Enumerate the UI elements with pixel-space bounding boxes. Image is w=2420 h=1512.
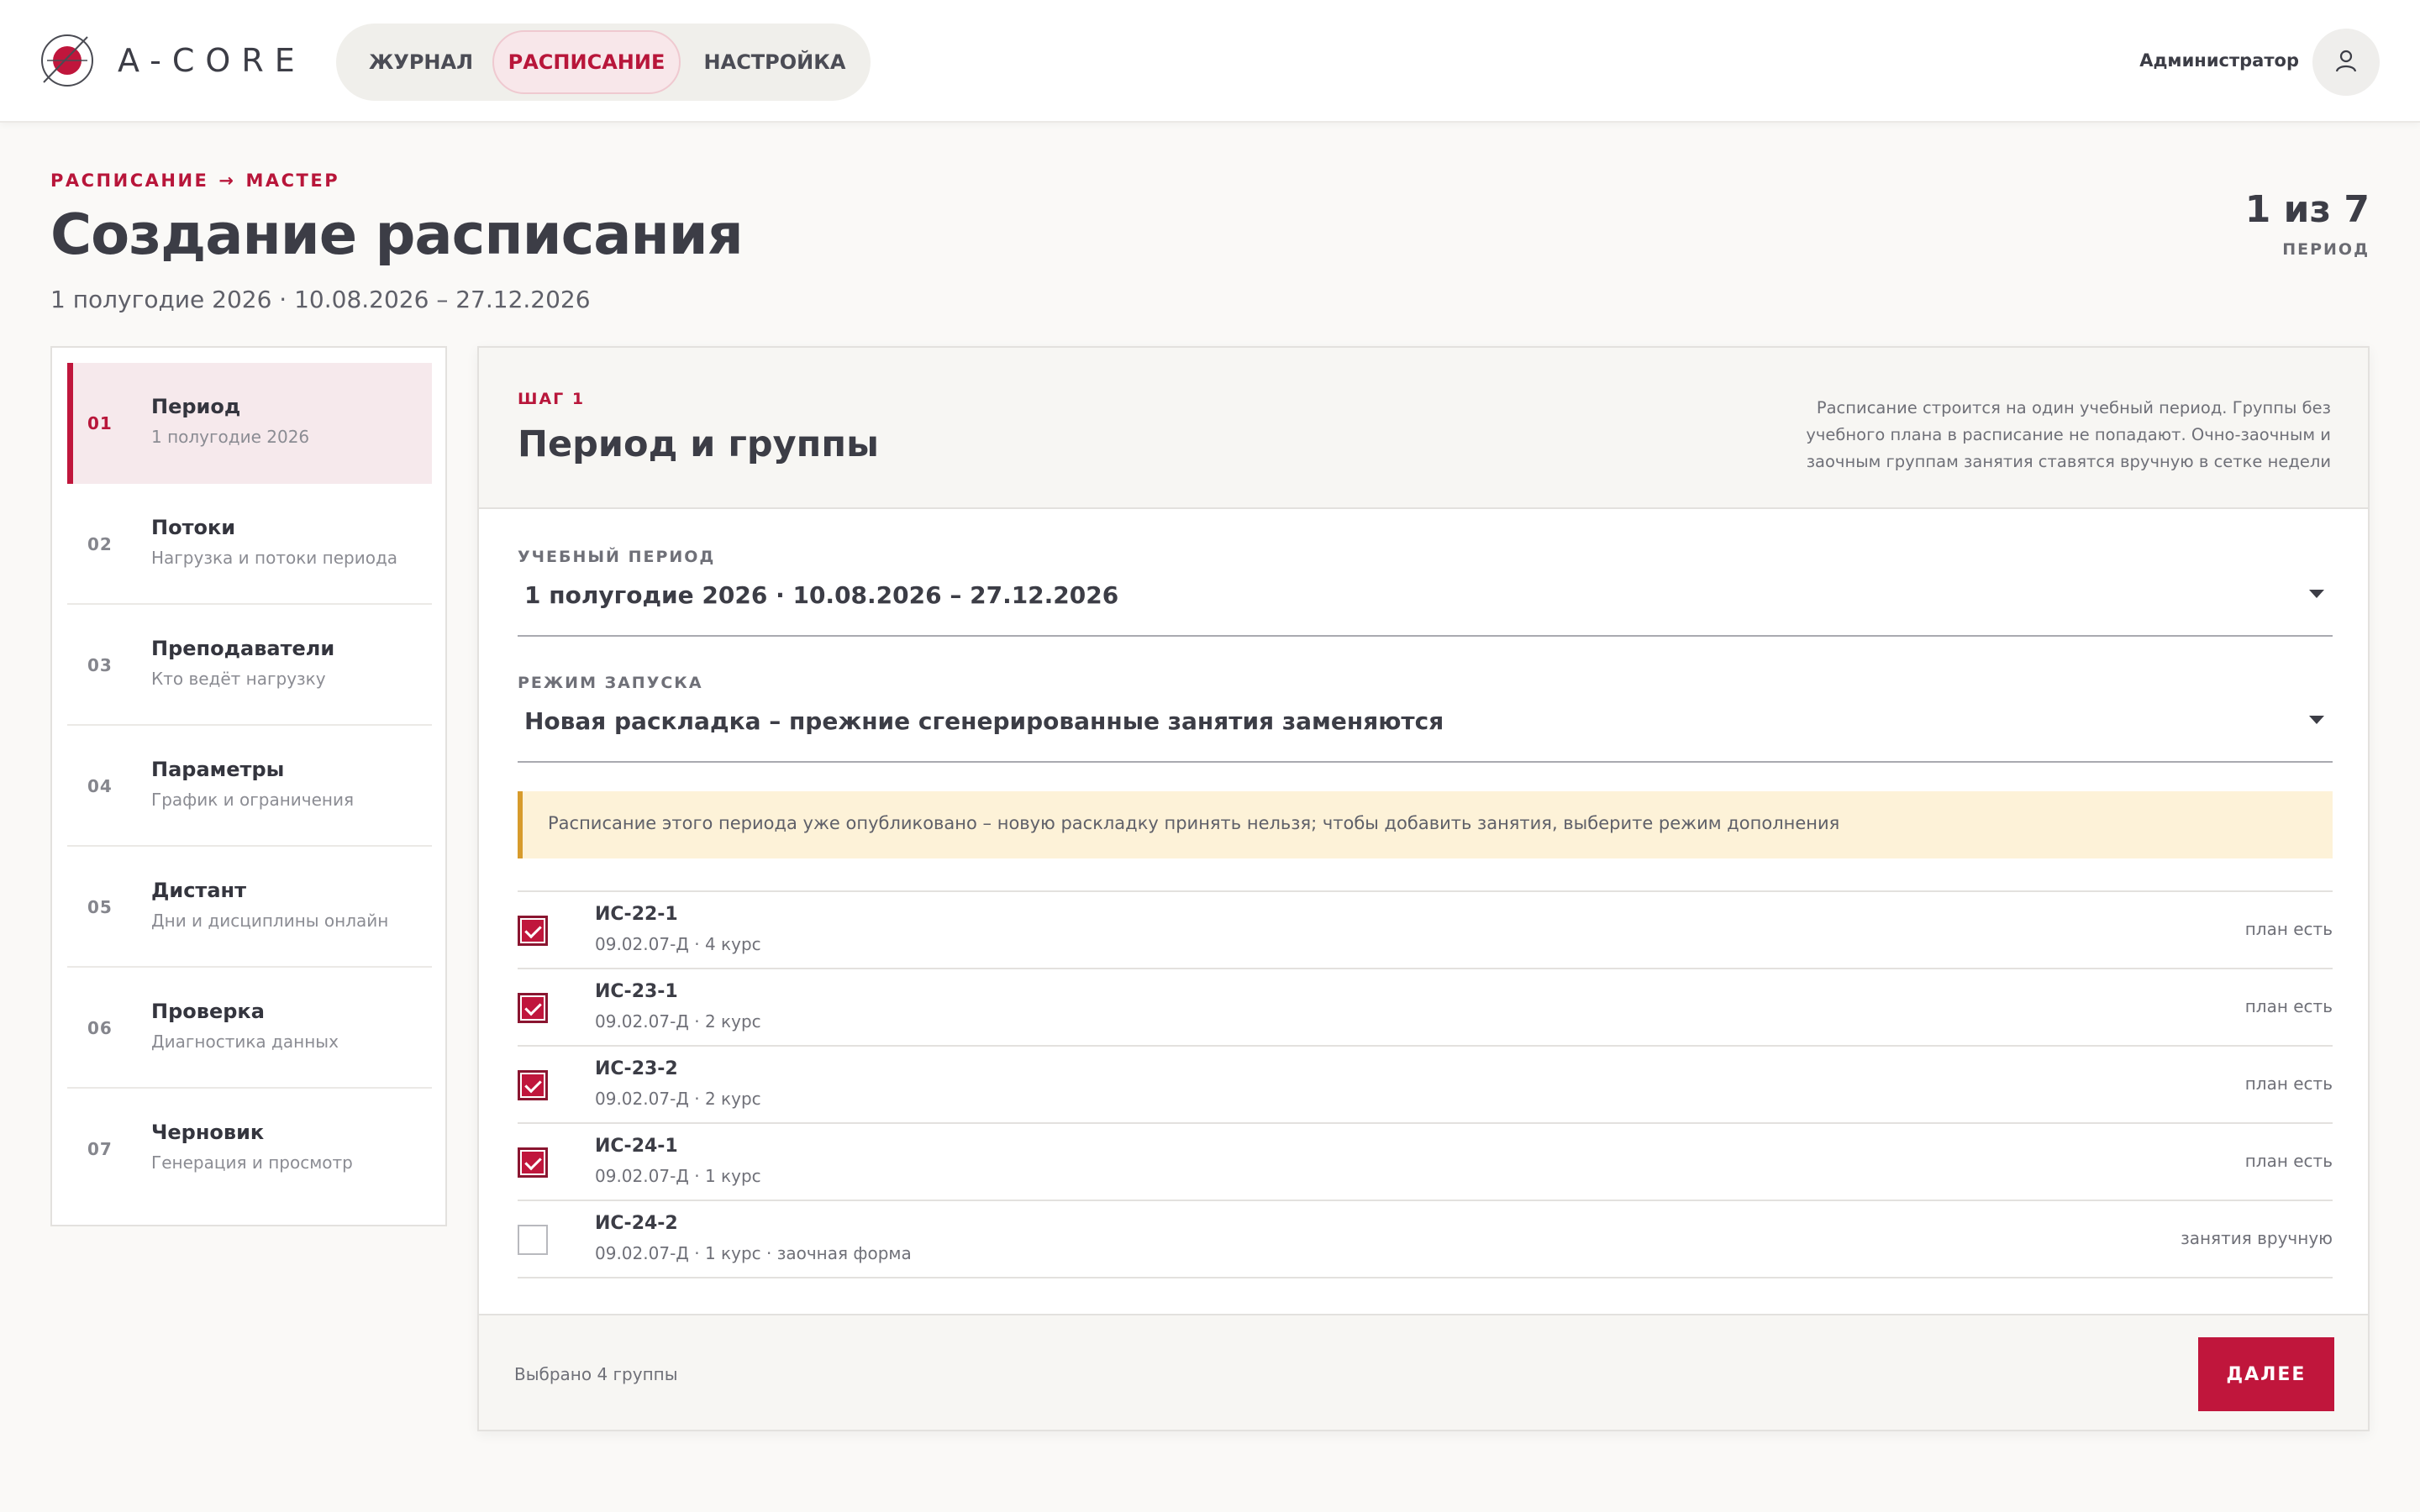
group-name: ИС-23-2: [595, 1058, 678, 1079]
group-checkbox[interactable]: [518, 1147, 548, 1178]
nav-tab-settings[interactable]: НАСТРОЙКА: [682, 30, 867, 94]
alert-text: Расписание этого периода уже опубликован…: [548, 813, 1840, 833]
step-description: Дни и дисциплины онлайн: [151, 911, 389, 931]
step-description: График и ограничения: [151, 790, 355, 810]
card-note: Расписание строится на один учебный пери…: [1806, 398, 2331, 471]
card-header: ШАГ 1 Период и группы Расписание строитс…: [479, 348, 2368, 509]
step-number: 05: [87, 897, 113, 917]
group-row[interactable]: ИС-24-1 09.02.07-Д · 1 курс план есть: [518, 1124, 2333, 1201]
group-meta: 09.02.07-Д · 4 курс: [595, 934, 761, 954]
step-counter-label: ПЕРИОД: [2282, 240, 2370, 259]
group-meta: 09.02.07-Д · 1 курс: [595, 1166, 761, 1186]
step-title: Параметры: [151, 758, 285, 781]
step-title: Потоки: [151, 516, 236, 539]
selected-count: Выбрано 4 группы: [514, 1364, 678, 1384]
step-title: Черновик: [151, 1121, 265, 1144]
group-checkbox[interactable]: [518, 916, 548, 946]
group-name: ИС-24-1: [595, 1136, 678, 1157]
step-number: 04: [87, 776, 113, 796]
group-row[interactable]: ИС-23-1 09.02.07-Д · 2 курс план есть: [518, 969, 2333, 1047]
group-row[interactable]: ИС-22-1 09.02.07-Д · 4 курс план есть: [518, 892, 2333, 969]
breadcrumb-item-schedule[interactable]: РАСПИСАНИЕ: [50, 171, 208, 191]
a-core-logo-icon[interactable]: [39, 30, 96, 91]
group-checkbox[interactable]: [518, 1225, 548, 1255]
step-description: Генерация и просмотр: [151, 1152, 353, 1173]
card-title: Период и группы: [518, 423, 879, 465]
step-number: 01: [87, 413, 113, 433]
page-title: Создание расписания: [50, 202, 744, 267]
group-name: ИС-22-1: [595, 904, 678, 925]
top-bar: A-CORE ЖУРНАЛ РАСПИСАНИЕ НАСТРОЙКА Админ…: [0, 0, 2420, 123]
groups-list: ИС-22-1 09.02.07-Д · 4 курс план есть ИС…: [518, 890, 2333, 1278]
brand-name: A-CORE: [118, 42, 306, 79]
period-field-label: УЧЕБНЫЙ ПЕРИОД: [518, 548, 716, 566]
step-item-distant[interactable]: 05 Дистант Дни и дисциплины онлайн: [67, 847, 432, 968]
group-status: план есть: [2244, 996, 2333, 1016]
group-name: ИС-23-1: [595, 981, 678, 1002]
group-status: план есть: [2244, 919, 2333, 939]
step-number: 03: [87, 655, 113, 675]
card-footer: Выбрано 4 группы ДАЛЕЕ: [479, 1314, 2368, 1430]
step-title: Проверка: [151, 1000, 265, 1023]
nav-tab-schedule[interactable]: РАСПИСАНИЕ: [492, 30, 681, 94]
step-number: 06: [87, 1018, 113, 1038]
step-item-check[interactable]: 06 Проверка Диагностика данных: [67, 968, 432, 1089]
group-row[interactable]: ИС-23-2 09.02.07-Д · 2 курс план есть: [518, 1047, 2333, 1124]
main-nav: ЖУРНАЛ РАСПИСАНИЕ НАСТРОЙКА: [336, 24, 871, 101]
group-meta: 09.02.07-Д · 1 курс · заочная форма: [595, 1243, 912, 1263]
caret-down-icon: [2309, 590, 2324, 598]
breadcrumb-item-wizard: МАСТЕР: [245, 171, 340, 191]
group-status: план есть: [2244, 1151, 2333, 1171]
group-row[interactable]: ИС-24-2 09.02.07-Д · 1 курс · заочная фо…: [518, 1201, 2333, 1278]
period-select-value: 1 полугодие 2026 · 10.08.2026 – 27.12.20…: [524, 581, 1119, 609]
avatar[interactable]: [2312, 29, 2380, 96]
step-title: Преподаватели: [151, 637, 335, 660]
step-description: Диагностика данных: [151, 1032, 339, 1052]
page-subtitle: 1 полугодие 2026 · 10.08.2026 – 27.12.20…: [50, 286, 591, 313]
step-item-teachers[interactable]: 03 Преподаватели Кто ведёт нагрузку: [67, 605, 432, 726]
step-title: Дистант: [151, 879, 247, 902]
next-button[interactable]: ДАЛЕЕ: [2198, 1337, 2334, 1411]
step-kicker: ШАГ 1: [518, 390, 586, 408]
group-status: занятия вручную: [2181, 1228, 2333, 1248]
group-meta: 09.02.07-Д · 2 курс: [595, 1089, 761, 1109]
breadcrumb-arrow-icon: →: [218, 171, 236, 191]
warning-alert: Расписание этого периода уже опубликован…: [518, 791, 2333, 858]
period-select[interactable]: 1 полугодие 2026 · 10.08.2026 – 27.12.20…: [518, 571, 2333, 637]
group-meta: 09.02.07-Д · 2 курс: [595, 1011, 761, 1032]
step-description: 1 полугодие 2026: [151, 427, 310, 447]
breadcrumb: РАСПИСАНИЕ → МАСТЕР: [50, 171, 339, 191]
step-description: Нагрузка и потоки периода: [151, 548, 398, 568]
step-description: Кто ведёт нагрузку: [151, 669, 326, 689]
mode-select[interactable]: Новая раскладка – прежние сгенерированны…: [518, 697, 2333, 763]
step-number: 07: [87, 1139, 113, 1159]
user-icon: [2333, 47, 2360, 77]
step-number: 02: [87, 534, 113, 554]
step-title: Период: [151, 395, 241, 418]
nav-tab-journal[interactable]: ЖУРНАЛ: [343, 30, 499, 94]
step-item-streams[interactable]: 02 Потоки Нагрузка и потоки периода: [67, 484, 432, 605]
step-card: ШАГ 1 Период и группы Расписание строитс…: [477, 346, 2370, 1431]
step-counter: 1 из 7: [2244, 188, 2370, 231]
group-name: ИС-24-2: [595, 1213, 678, 1234]
step-item-draft[interactable]: 07 Черновик Генерация и просмотр: [67, 1089, 432, 1210]
group-status: план есть: [2244, 1074, 2333, 1094]
mode-select-value: Новая раскладка – прежние сгенерированны…: [524, 707, 1444, 735]
step-item-parameters[interactable]: 04 Параметры График и ограничения: [67, 726, 432, 847]
user-name[interactable]: Администратор: [2118, 50, 2299, 71]
group-checkbox[interactable]: [518, 993, 548, 1023]
step-item-period[interactable]: 01 Период 1 полугодие 2026: [67, 363, 432, 484]
wizard-steps: 01 Период 1 полугодие 2026 02 Потоки Наг…: [50, 346, 447, 1226]
caret-down-icon: [2309, 716, 2324, 724]
mode-field-label: РЕЖИМ ЗАПУСКА: [518, 674, 703, 692]
group-checkbox[interactable]: [518, 1070, 548, 1100]
